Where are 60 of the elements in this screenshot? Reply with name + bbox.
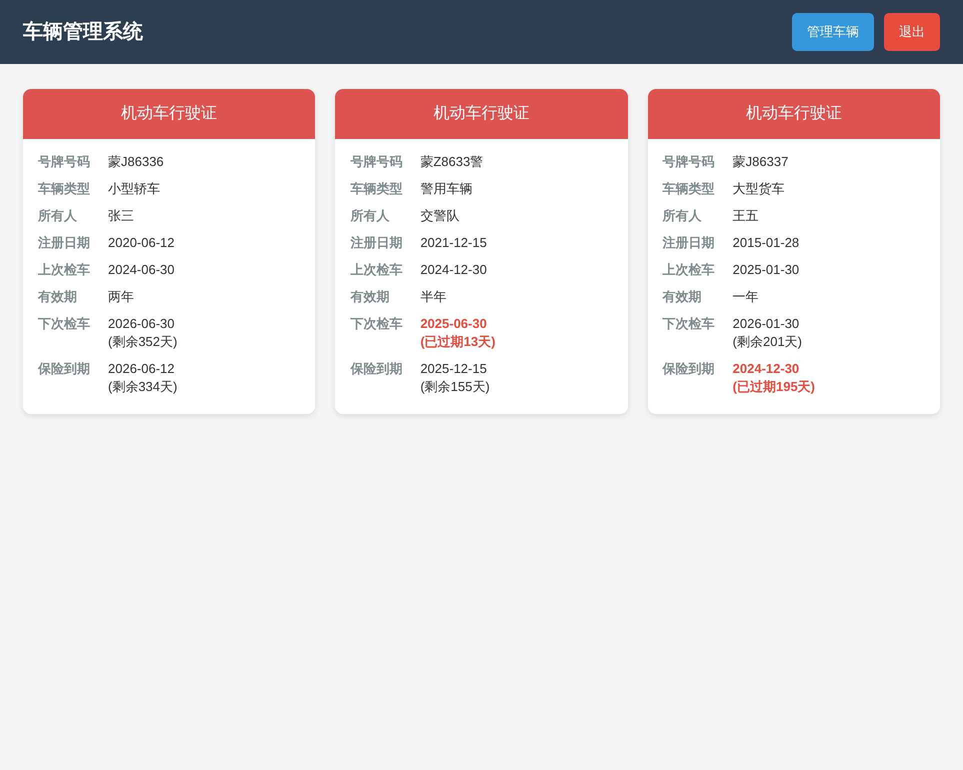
field-value: 2025-12-15 (420, 360, 488, 378)
field-value: 2026-01-30 (732, 315, 800, 333)
field-label: 有效期 (662, 288, 703, 306)
field-value: 2024-12-30 (420, 261, 487, 279)
field-value: 王五 (732, 207, 759, 225)
field-value: 2024-06-30 (108, 261, 174, 279)
field-label: 上次检车 (38, 261, 91, 279)
field-value: 蒙J86336 (108, 153, 164, 171)
field-label: 车辆类型 (38, 180, 91, 198)
field-label: 车辆类型 (662, 180, 716, 198)
card-title: 机动车行驶证 (23, 89, 316, 139)
field-note: (剩余334天) (108, 378, 178, 396)
field-value: 张三 (108, 207, 134, 225)
field-label: 注册日期 (662, 234, 716, 252)
field-label: 下次检车 (662, 315, 716, 333)
field-value: 两年 (108, 288, 134, 306)
field-label: 下次检车 (350, 315, 404, 333)
field-value: 2025-01-30 (732, 261, 800, 279)
field-label: 有效期 (38, 288, 78, 306)
field-label: 号牌号码 (350, 153, 404, 171)
field-value: 2026-06-30 (108, 315, 176, 333)
field-label: 上次检车 (662, 261, 716, 279)
field-label: 保险到期 (38, 360, 91, 378)
field-label: 有效期 (350, 288, 390, 306)
field-note: (剩余352天) (108, 333, 178, 351)
field-label: 上次检车 (350, 261, 404, 279)
field-value: 2025-06-30 (420, 315, 488, 333)
field-value: 半年 (420, 288, 446, 306)
field-value: 2021-12-15 (420, 234, 487, 252)
field-value: 蒙Z8633警 (420, 153, 484, 171)
field-label: 注册日期 (38, 234, 91, 252)
field-label: 号牌号码 (38, 153, 91, 171)
card-title: 机动车行驶证 (648, 89, 940, 139)
header-button[interactable]: 退出 (884, 13, 940, 51)
field-note: (已过期13天) (420, 333, 496, 351)
field-label: 保险到期 (662, 360, 716, 378)
field-label: 所有人 (38, 207, 78, 225)
field-label: 保险到期 (350, 360, 404, 378)
field-value: 一年 (732, 288, 759, 306)
field-label: 车辆类型 (350, 180, 404, 198)
field-label: 注册日期 (350, 234, 404, 252)
card-title: 机动车行驶证 (335, 89, 628, 139)
field-value: 2015-01-28 (732, 234, 800, 252)
field-value: 交警队 (420, 207, 460, 225)
field-value: 2024-12-30 (732, 360, 800, 378)
field-note: (剩余155天) (420, 378, 490, 396)
field-value: 2020-06-12 (108, 234, 174, 252)
field-label: 号牌号码 (662, 153, 716, 171)
field-value: 2026-06-12 (108, 360, 176, 378)
field-value: 警用车辆 (420, 180, 472, 198)
field-label: 所有人 (662, 207, 703, 225)
field-value: 大型货车 (732, 180, 785, 198)
header-button[interactable]: 管理车辆 (792, 13, 874, 51)
app-title: 车辆管理系统 (23, 20, 143, 45)
field-note: (已过期195天) (732, 378, 816, 396)
field-note: (剩余201天) (732, 333, 802, 351)
field-label: 所有人 (350, 207, 390, 225)
field-label: 下次检车 (38, 315, 91, 333)
field-value: 小型轿车 (108, 180, 160, 198)
field-value: 蒙J86337 (732, 153, 788, 171)
